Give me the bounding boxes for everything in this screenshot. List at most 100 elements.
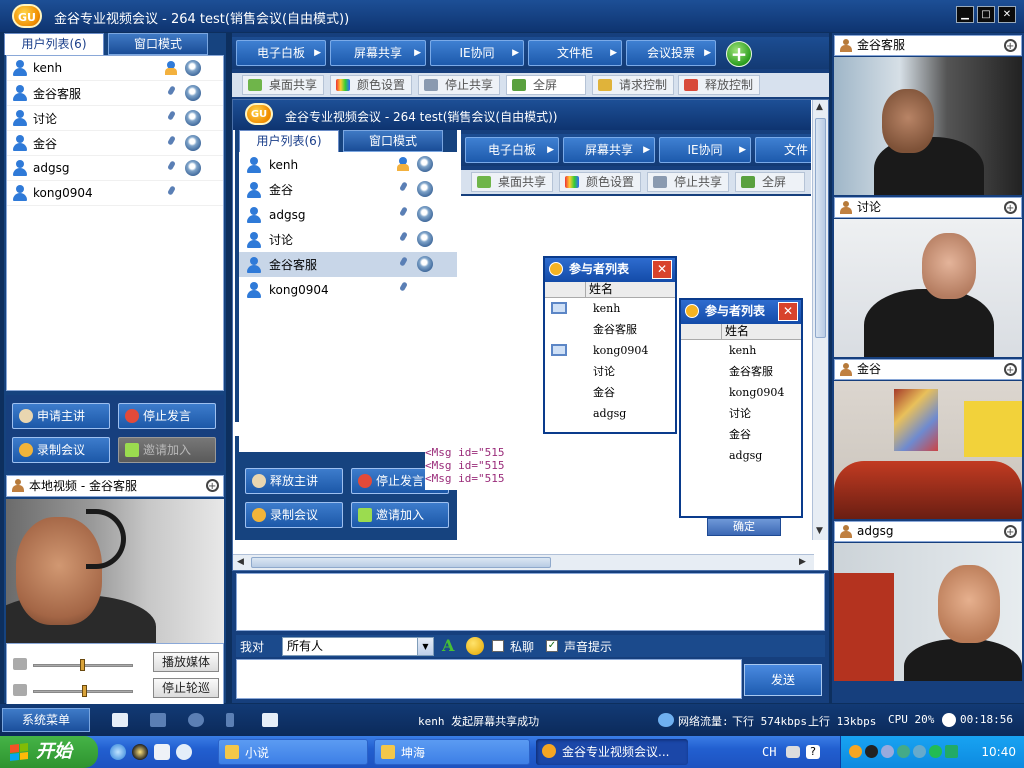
vertical-scrollbar[interactable]: ▲ ▼ (812, 100, 828, 540)
remote-video[interactable] (834, 543, 1022, 681)
tray-icon[interactable] (913, 745, 926, 758)
record-meeting-button[interactable]: 录制会议 (12, 437, 110, 463)
ie-cobrowse-button[interactable]: IE协同 ▶ (430, 40, 524, 66)
camera-icon[interactable] (185, 60, 201, 76)
scroll-right-icon[interactable]: ▶ (799, 557, 806, 567)
close-icon[interactable]: ✕ (652, 260, 672, 279)
color-settings-button[interactable]: 颜色设置 (330, 75, 412, 95)
release-control-button[interactable]: 释放控制 (678, 75, 760, 95)
camera-icon[interactable] (185, 110, 201, 126)
screen-share-button[interactable]: 屏幕共享 ▶ (330, 40, 426, 66)
camera-icon[interactable] (185, 85, 201, 101)
local-video[interactable] (6, 499, 224, 643)
user-row-adgsg[interactable]: adgsg (7, 156, 223, 181)
task-video-meeting[interactable]: 金谷专业视频会议... (536, 739, 688, 765)
remote-video[interactable] (834, 381, 1022, 519)
slider-thumb[interactable] (82, 685, 87, 697)
send-button[interactable]: 发送 (744, 664, 822, 696)
book-icon[interactable] (262, 713, 278, 727)
chat-log[interactable] (236, 573, 825, 631)
scroll-thumb[interactable] (815, 118, 826, 338)
sound-alert-checkbox[interactable]: ✓ (546, 640, 558, 652)
maximize-button[interactable]: □ (977, 6, 995, 23)
remote-video[interactable] (834, 219, 1022, 357)
private-chat-checkbox[interactable] (492, 640, 504, 652)
camera-icon[interactable] (185, 160, 201, 176)
speaker-volume-slider[interactable] (33, 685, 133, 697)
desktop-share-button[interactable]: 桌面共享 (242, 75, 324, 95)
ie-icon[interactable] (110, 744, 126, 760)
user-row-kenh[interactable]: kenh (7, 56, 223, 81)
chat-icon[interactable] (176, 744, 192, 760)
task-kunhai[interactable]: 坤海 (374, 739, 530, 765)
list-item[interactable]: kenh (545, 298, 675, 319)
zoom-icon[interactable] (206, 477, 219, 497)
zoom-icon[interactable] (1004, 37, 1017, 56)
user-row-kong0904[interactable]: kong0904 (7, 181, 223, 206)
dialog-column-header[interactable]: 姓名 (545, 282, 675, 298)
chevron-down-icon[interactable]: ▼ (417, 638, 433, 655)
minimize-button[interactable]: ▁ (956, 6, 974, 23)
request-control-button[interactable]: 请求控制 (592, 75, 674, 95)
mic-volume-slider[interactable] (33, 659, 133, 671)
zoom-icon[interactable] (1004, 361, 1017, 380)
remote-video[interactable] (834, 57, 1022, 195)
scroll-up-icon[interactable]: ▲ (816, 102, 823, 112)
zoom-icon[interactable] (1004, 523, 1017, 542)
shield-icon[interactable] (945, 745, 958, 758)
font-icon[interactable]: A (442, 636, 454, 655)
tab-window-mode[interactable]: 窗口模式 (108, 33, 208, 55)
user-row-jingu-kefu[interactable]: 金谷客服 (7, 81, 223, 106)
participants-dialog[interactable]: 参与者列表 ✕ 姓名 kenh 金谷客服 kong0904 讨论 金谷 adgs… (543, 256, 677, 434)
list-item[interactable]: 讨论 (545, 361, 675, 382)
user-row-taolun[interactable]: 讨论 (7, 106, 223, 131)
network-icon[interactable] (897, 745, 910, 758)
horizontal-scrollbar[interactable]: ◀ ▶ (233, 554, 814, 570)
help-icon[interactable]: ? (806, 745, 820, 759)
invite-join-button[interactable]: 邀请加入 (118, 437, 216, 463)
scroll-left-icon[interactable]: ◀ (237, 557, 244, 567)
app-icon[interactable] (154, 744, 170, 760)
list-item[interactable]: adgsg (545, 403, 675, 424)
request-host-button[interactable]: 申请主讲 (12, 403, 110, 429)
input-language[interactable]: CH (762, 745, 776, 759)
camera-icon[interactable] (188, 713, 204, 727)
keyboard-icon[interactable] (112, 713, 128, 727)
start-button[interactable]: 开始 (0, 736, 98, 768)
shared-screen-viewport[interactable]: GU 金谷专业视频会议 - 264 test(销售会议(自由模式)) 用户列表(… (232, 99, 829, 571)
volume-icon[interactable] (881, 745, 894, 758)
tab-user-list[interactable]: 用户列表(6) (4, 33, 104, 55)
system-menu-button[interactable]: 系统菜单 (2, 708, 90, 732)
host-icon (395, 156, 411, 172)
app-logo-icon[interactable] (849, 745, 862, 758)
fullscreen-button[interactable]: 全屏 (506, 75, 586, 95)
close-button[interactable]: ✕ (998, 6, 1016, 23)
meeting-vote-button[interactable]: 会议投票 ▶ (626, 40, 716, 66)
task-novel[interactable]: 小说 (218, 739, 368, 765)
microphone-icon[interactable] (226, 713, 234, 727)
qq-icon[interactable] (865, 745, 878, 758)
emoji-icon[interactable] (466, 637, 484, 655)
tray-icon[interactable] (929, 745, 942, 758)
zoom-icon[interactable] (1004, 199, 1017, 218)
keyboard-icon[interactable] (786, 746, 800, 758)
file-cabinet-button[interactable]: 文件柜 ▶ (528, 40, 622, 66)
list-item[interactable]: kong0904 (545, 340, 675, 361)
user-row-jingu[interactable]: 金谷 (7, 131, 223, 156)
recipient-select[interactable]: 所有人 ▼ (282, 637, 434, 656)
chat-input[interactable] (236, 659, 742, 699)
scroll-down-icon[interactable]: ▼ (816, 526, 823, 536)
list-item[interactable]: 金谷客服 (545, 319, 675, 340)
scroll-thumb[interactable] (251, 557, 551, 568)
stop-share-button[interactable]: 停止共享 (418, 75, 500, 95)
stop-speaking-button[interactable]: 停止发言 (118, 403, 216, 429)
stop-rotation-button[interactable]: 停止轮巡 (153, 678, 219, 698)
play-media-button[interactable]: 播放媒体 (153, 652, 219, 672)
window-icon[interactable] (150, 713, 166, 727)
whiteboard-button[interactable]: 电子白板 ▶ (236, 40, 326, 66)
list-item[interactable]: 金谷 (545, 382, 675, 403)
slider-thumb[interactable] (80, 659, 85, 671)
add-plus-icon[interactable]: + (726, 41, 752, 67)
qq-icon[interactable] (132, 744, 148, 760)
camera-icon[interactable] (185, 135, 201, 151)
